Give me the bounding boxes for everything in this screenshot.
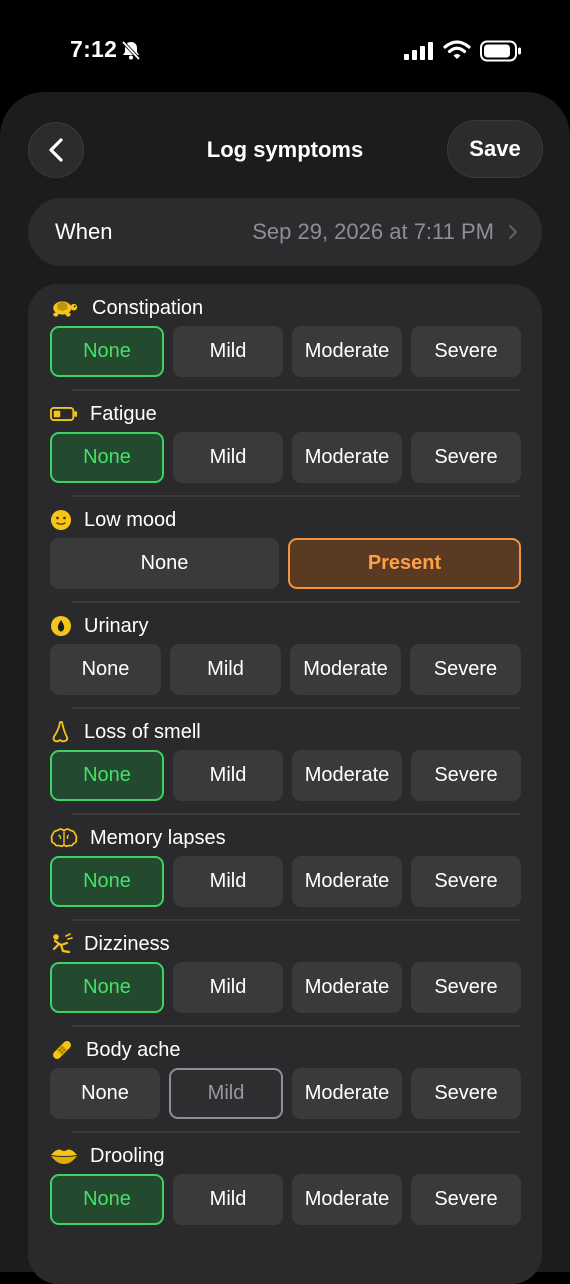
- option-moderate[interactable]: Moderate: [292, 1068, 402, 1119]
- option-mild[interactable]: Mild: [173, 326, 283, 377]
- option-severe[interactable]: Severe: [411, 432, 521, 483]
- falling-person-icon: [50, 933, 78, 955]
- slight-smile-icon: [50, 509, 78, 531]
- severity-selector: None Mild Moderate Severe: [50, 326, 521, 377]
- severity-selector: None Mild Moderate Severe: [50, 644, 521, 695]
- cellular-signal-icon: [404, 42, 433, 60]
- nose-icon: [50, 720, 78, 744]
- save-button[interactable]: Save: [447, 120, 543, 178]
- bandage-icon: [50, 1038, 78, 1062]
- severity-selector: None Mild Moderate Severe: [50, 856, 521, 907]
- option-none[interactable]: None: [50, 644, 161, 695]
- when-value: Sep 29, 2026 at 7:11 PM: [252, 219, 494, 244]
- symptom-constipation: Constipation None Mild Moderate Severe: [28, 284, 542, 391]
- brain-icon: [50, 826, 78, 850]
- chevron-right-icon: [509, 225, 517, 239]
- option-none[interactable]: None: [50, 750, 164, 801]
- option-moderate[interactable]: Moderate: [290, 644, 401, 695]
- symptom-label: Memory lapses: [90, 826, 226, 849]
- symptom-label: Dizziness: [84, 932, 170, 955]
- status-time: 7:12: [70, 36, 118, 62]
- presence-selector: None Present: [50, 538, 521, 589]
- severity-selector: None Mild Moderate Severe: [50, 962, 521, 1013]
- option-mild[interactable]: Mild: [173, 962, 283, 1013]
- option-none[interactable]: None: [50, 962, 164, 1013]
- option-severe[interactable]: Severe: [411, 856, 521, 907]
- status-bar: 7:12: [0, 0, 570, 92]
- severity-selector: None Mild Moderate Severe: [50, 1068, 521, 1119]
- symptom-fatigue: Fatigue None Mild Moderate Severe: [28, 390, 542, 497]
- lips-icon: [50, 1147, 78, 1165]
- severity-selector: None Mild Moderate Severe: [50, 1174, 521, 1225]
- turtle-icon: [50, 297, 78, 319]
- option-none[interactable]: None: [50, 326, 164, 377]
- droplet-icon: [50, 615, 78, 637]
- battery-icon: [480, 40, 521, 62]
- option-severe[interactable]: Severe: [410, 644, 521, 695]
- option-none[interactable]: None: [50, 856, 164, 907]
- option-severe[interactable]: Severe: [411, 750, 521, 801]
- option-none[interactable]: None: [50, 432, 164, 483]
- option-moderate[interactable]: Moderate: [292, 432, 402, 483]
- symptom-urinary: Urinary None Mild Moderate Severe: [28, 602, 542, 709]
- option-none[interactable]: None: [50, 1174, 164, 1225]
- severity-selector: None Mild Moderate Severe: [50, 750, 521, 801]
- symptom-label: Body ache: [86, 1038, 181, 1061]
- symptom-label: Constipation: [92, 296, 204, 319]
- option-mild[interactable]: Mild: [173, 856, 283, 907]
- option-mild[interactable]: Mild: [173, 432, 283, 483]
- low-battery-icon: [50, 406, 78, 422]
- wifi-icon: [443, 40, 471, 59]
- symptom-dizziness: Dizziness None Mild Moderate Severe: [28, 920, 542, 1027]
- option-mild[interactable]: Mild: [173, 750, 283, 801]
- option-none[interactable]: None: [50, 1068, 160, 1119]
- option-moderate[interactable]: Moderate: [292, 1174, 402, 1225]
- when-row[interactable]: When Sep 29, 2026 at 7:11 PM: [28, 198, 542, 266]
- symptom-loss-of-smell: Loss of smell None Mild Moderate Severe: [28, 708, 542, 815]
- symptom-low-mood: Low mood None Present: [28, 496, 542, 603]
- symptom-memory-lapses: Memory lapses None Mild Moderate Severe: [28, 814, 542, 921]
- option-mild[interactable]: Mild: [169, 1068, 283, 1119]
- option-present[interactable]: Present: [288, 538, 521, 589]
- option-severe[interactable]: Severe: [411, 962, 521, 1013]
- option-severe[interactable]: Severe: [411, 1068, 521, 1119]
- symptom-label: Low mood: [84, 508, 177, 531]
- symptom-label: Fatigue: [90, 402, 157, 425]
- option-moderate[interactable]: Moderate: [292, 750, 402, 801]
- symptoms-card: Constipation None Mild Moderate Severe F…: [28, 284, 542, 1284]
- severity-selector: None Mild Moderate Severe: [50, 432, 521, 483]
- option-moderate[interactable]: Moderate: [292, 962, 402, 1013]
- log-symptoms-sheet: Log symptoms Save When Sep 29, 2026 at 7…: [0, 92, 570, 1284]
- symptom-label: Loss of smell: [84, 720, 201, 743]
- symptom-label: Urinary: [84, 614, 149, 637]
- option-mild[interactable]: Mild: [170, 644, 281, 695]
- symptom-label: Drooling: [90, 1144, 165, 1167]
- silent-bell-icon: [121, 40, 141, 61]
- option-mild[interactable]: Mild: [173, 1174, 283, 1225]
- option-none[interactable]: None: [50, 538, 279, 589]
- when-label: When: [55, 219, 113, 244]
- symptom-body-ache: Body ache None Mild Moderate Severe: [28, 1026, 542, 1133]
- symptom-drooling: Drooling None Mild Moderate Severe: [28, 1132, 542, 1238]
- option-moderate[interactable]: Moderate: [292, 326, 402, 377]
- option-severe[interactable]: Severe: [411, 1174, 521, 1225]
- option-severe[interactable]: Severe: [411, 326, 521, 377]
- option-moderate[interactable]: Moderate: [292, 856, 402, 907]
